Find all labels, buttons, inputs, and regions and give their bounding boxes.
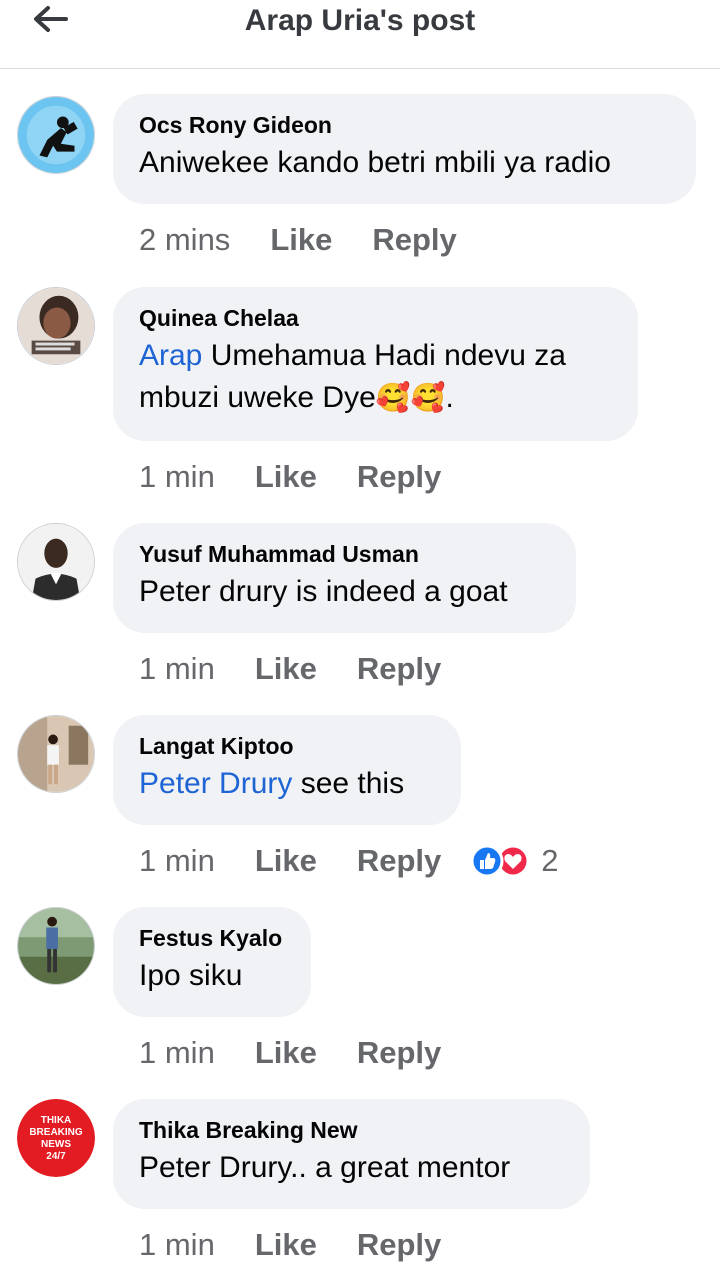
comment-author[interactable]: Quinea Chelaa [139,303,612,333]
like-button[interactable]: Like [255,1035,317,1071]
reply-button[interactable]: Reply [357,459,441,495]
comment-time[interactable]: 1 min [139,459,215,495]
comment-time[interactable]: 1 min [139,1227,215,1263]
comment-author[interactable]: Festus Kyalo [139,923,285,953]
reply-button[interactable]: Reply [357,843,441,879]
comment-author[interactable]: Yusuf Muhammad Usman [139,539,550,569]
svg-text:24/7: 24/7 [46,1151,66,1162]
comment-author[interactable]: Langat Kiptoo [139,731,435,761]
like-button[interactable]: Like [270,222,332,258]
comment-text: Peter drury is indeed a goat [139,575,508,608]
like-button[interactable]: Like [255,1227,317,1263]
reply-button[interactable]: Reply [357,651,441,687]
svg-text:NEWS: NEWS [41,1139,71,1150]
comment-time[interactable]: 2 mins [139,222,230,258]
comment-actions: 1 min Like Reply [139,1223,481,1267]
reaction-summary[interactable]: 2 [467,843,559,879]
avatar[interactable] [17,96,95,174]
comment-text: Arap Umehamua Hadi ndevu za mbuzi uweke … [139,339,566,414]
post-header: Arap Uria's post [0,0,720,69]
like-love-reaction-icon [470,844,530,878]
reply-button[interactable]: Reply [372,222,456,258]
reaction-count: 2 [541,843,559,878]
comment-bubble: Festus Kyalo Ipo siku [113,907,311,1017]
comment-time[interactable]: 1 min [139,1035,215,1071]
comment-bubble: Thika Breaking New Peter Drury.. a great… [113,1099,590,1209]
avatar[interactable] [17,287,95,365]
avatar[interactable] [17,523,95,601]
comment-actions: 1 min Like Reply [139,455,481,499]
avatar[interactable]: THIKA BREAKING NEWS 24/7 [17,1099,95,1177]
comment-bubble: Langat Kiptoo Peter Drury see this [113,715,461,825]
like-button[interactable]: Like [255,651,317,687]
reply-button[interactable]: Reply [357,1227,441,1263]
like-button[interactable]: Like [255,843,317,879]
comment-time[interactable]: 1 min [139,843,215,879]
like-button[interactable]: Like [255,459,317,495]
smiling-face-with-hearts-icon: 🥰🥰 [375,382,446,413]
avatar[interactable] [17,715,95,793]
comment-actions: 1 min Like Reply [139,1031,481,1075]
comment-author[interactable]: Thika Breaking New [139,1115,564,1145]
comment-bubble: Quinea Chelaa Arap Umehamua Hadi ndevu z… [113,287,638,441]
comment-bubble: Yusuf Muhammad Usman Peter drury is inde… [113,523,576,633]
comment-author[interactable]: Ocs Rony Gideon [139,110,670,140]
avatar[interactable] [17,907,95,985]
comment-text: Ipo siku [139,959,243,992]
comment-text: Peter Drury.. a great mentor [139,1151,511,1184]
mention-link[interactable]: Peter Drury [139,767,292,800]
reply-button[interactable]: Reply [357,1035,441,1071]
page-title: Arap Uria's post [244,4,476,37]
comment-text: Aniwekee kando betri mbili ya radio [139,146,611,179]
comment-actions: 2 mins Like Reply [139,218,497,262]
comment-bubble: Ocs Rony Gideon Aniwekee kando betri mbi… [113,94,696,204]
comment-actions: 1 min Like Reply [139,647,481,691]
comment-actions: 1 min Like Reply 2 [139,839,559,883]
svg-text:BREAKING: BREAKING [29,1127,83,1138]
comment-time[interactable]: 1 min [139,651,215,687]
svg-text:THIKA: THIKA [41,1115,72,1126]
comment-text: Peter Drury see this [139,767,405,800]
mention-link[interactable]: Arap [139,339,202,372]
